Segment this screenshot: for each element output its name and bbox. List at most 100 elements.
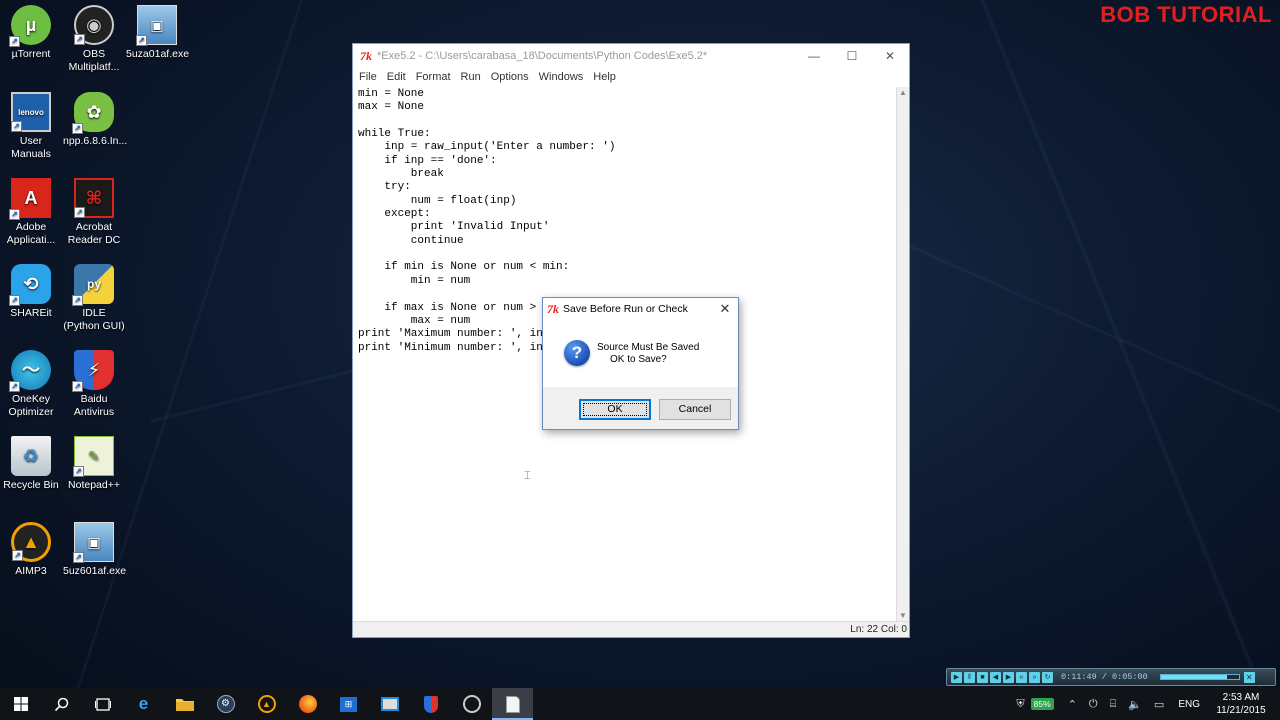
next-icon[interactable]: ▶ bbox=[1003, 671, 1014, 683]
desktop-icon-npp-installer[interactable]: ✿ ↗ npp.6.8.6.In... bbox=[63, 92, 127, 148]
save-before-run-dialog: 7k Save Before Run or Check ✕ ? Source M… bbox=[542, 297, 739, 430]
desktop-icon-obs[interactable]: ◉ ↗ OBS Multiplatf... bbox=[63, 5, 125, 74]
volume-icon[interactable]: 🔈 bbox=[1128, 698, 1142, 711]
desktop-icon-installer-2[interactable]: ▣ ↗ 5uz601af.exe bbox=[63, 522, 126, 578]
cancel-button[interactable]: Cancel bbox=[659, 399, 731, 420]
clock-time: 2:53 AM bbox=[1222, 692, 1260, 703]
code-line: if inp == 'done': bbox=[358, 154, 497, 167]
close-button[interactable]: ✕ bbox=[871, 44, 909, 68]
shield-icon: ⚡ ↗ bbox=[72, 350, 114, 392]
code-line: try: bbox=[358, 181, 411, 194]
taskbar-aimp[interactable]: ▲ bbox=[246, 688, 287, 720]
desktop-icon-shareit[interactable]: ⟲ ↗ SHAREit bbox=[0, 264, 62, 320]
rewind-icon[interactable]: « bbox=[1016, 671, 1027, 683]
taskbar-file-explorer[interactable] bbox=[164, 688, 205, 720]
taskbar-idle[interactable] bbox=[492, 688, 533, 720]
fast-forward-icon[interactable]: » bbox=[1029, 671, 1040, 683]
pause-icon[interactable]: ‖ bbox=[964, 671, 975, 683]
folder-icon bbox=[175, 699, 194, 711]
desktop-icon-aimp[interactable]: ▲ ↗ AIMP3 bbox=[0, 522, 62, 578]
input-language[interactable]: ENG bbox=[1178, 699, 1200, 710]
menu-file[interactable]: File bbox=[359, 71, 377, 83]
desktop-icon-recycle-bin[interactable]: ♻ Recycle Bin bbox=[0, 436, 62, 492]
taskbar-store[interactable]: ⊞ bbox=[328, 688, 369, 720]
taskbar-baidu-antivirus[interactable] bbox=[410, 688, 451, 720]
desktop-icon-idle[interactable]: py ↗ IDLE (Python GUI) bbox=[63, 264, 125, 333]
notification-icon[interactable]: ▭ bbox=[1154, 698, 1164, 711]
menu-run[interactable]: Run bbox=[461, 71, 481, 83]
menu-help[interactable]: Help bbox=[593, 71, 616, 83]
media-progress[interactable] bbox=[1159, 674, 1240, 680]
code-line: while True: bbox=[358, 128, 431, 141]
power-icon[interactable]: ⏻ bbox=[1089, 698, 1098, 711]
dialog-close-button[interactable]: ✕ bbox=[712, 301, 738, 317]
desktop-icon-label: Recycle Bin bbox=[3, 479, 59, 491]
status-bar: Ln: 22 Col: 0 bbox=[353, 621, 909, 637]
shield-icon bbox=[423, 695, 438, 713]
window-title: *Exe5.2 - C:\Users\carabasa_18\Documents… bbox=[377, 50, 708, 62]
text-cursor-icon: ⌶ bbox=[524, 470, 531, 482]
notepadpp-icon: ✎ ↗ bbox=[73, 436, 114, 477]
menu-windows[interactable]: Windows bbox=[539, 71, 584, 83]
taskbar-obs[interactable] bbox=[451, 688, 492, 720]
stop-icon[interactable]: ■ bbox=[977, 671, 988, 683]
dialog-message-line2: OK to Save? bbox=[610, 354, 667, 365]
task-view-icon bbox=[94, 697, 111, 711]
window-titlebar[interactable]: 7k *Exe5.2 - C:\Users\carabasa_18\Docume… bbox=[353, 44, 909, 68]
taskbar: e ⚙ ▲ ⊞ ⛨ 85% ⌃ ⏻ ⌸ 🔈 ▭ ENG 2:53 AM 11/2… bbox=[0, 688, 1280, 720]
vertical-scrollbar[interactable]: ▲ ▼ bbox=[896, 87, 909, 622]
aimp-icon: ▲ bbox=[257, 695, 276, 713]
scroll-up-icon[interactable]: ▲ bbox=[897, 87, 909, 99]
repeat-icon[interactable]: ↻ bbox=[1042, 671, 1053, 683]
desktop-icon-utorrent[interactable]: µ ↗ µTorrent bbox=[0, 5, 62, 61]
desktop-icon-label: User Manuals bbox=[11, 135, 51, 160]
previous-icon[interactable]: ◀ bbox=[990, 671, 1001, 683]
start-button[interactable] bbox=[0, 688, 41, 720]
search-button[interactable] bbox=[41, 688, 82, 720]
desktop-icon-baidu[interactable]: ⚡ ↗ Baidu Antivirus bbox=[63, 350, 125, 419]
maximize-button[interactable]: ☐ bbox=[833, 44, 871, 68]
menu-format[interactable]: Format bbox=[416, 71, 451, 83]
clock[interactable]: 2:53 AM 11/21/2015 bbox=[1208, 691, 1274, 717]
desktop-icon-onekey[interactable]: 〜 ↗ OneKey Optimizer bbox=[0, 350, 62, 419]
code-line: print 'Invalid Input' bbox=[358, 221, 550, 234]
menu-options[interactable]: Options bbox=[491, 71, 529, 83]
question-icon: ? bbox=[564, 340, 590, 366]
network-icon[interactable]: ⌸ bbox=[1110, 698, 1117, 711]
obs-icon: ◉ ↗ bbox=[74, 5, 114, 45]
taskbar-app[interactable] bbox=[369, 688, 410, 720]
menu-edit[interactable]: Edit bbox=[387, 71, 406, 83]
maximize-icon: ☐ bbox=[846, 49, 858, 63]
firefox-icon bbox=[298, 695, 317, 713]
play-icon[interactable]: ▶ bbox=[951, 671, 962, 683]
desktop-icon-acrobat[interactable]: ⌘ ↗ Acrobat Reader DC bbox=[63, 178, 125, 247]
edge-icon: e bbox=[138, 694, 149, 713]
desktop-icon-label: OneKey Optimizer bbox=[8, 393, 54, 418]
utorrent-icon: µ ↗ bbox=[9, 5, 51, 47]
desktop-icon-installer-1[interactable]: ▣ ↗ 5uza01af.exe bbox=[126, 5, 189, 61]
chevron-up-icon[interactable]: ⌃ bbox=[1068, 698, 1077, 711]
taskbar-steam[interactable]: ⚙ bbox=[205, 688, 246, 720]
python-icon: py ↗ bbox=[72, 264, 114, 306]
adobe-icon: A ↗ bbox=[9, 178, 51, 220]
battery-indicator[interactable]: 85% bbox=[1030, 698, 1054, 710]
dialog-titlebar[interactable]: 7k Save Before Run or Check ✕ bbox=[543, 298, 738, 320]
desktop-icon-adobe[interactable]: A ↗ Adobe Applicati... bbox=[0, 178, 62, 247]
steam-icon: ⚙ bbox=[216, 695, 235, 713]
window-app-icon bbox=[380, 697, 399, 711]
task-view-button[interactable] bbox=[82, 688, 123, 720]
menu-bar: File Edit Format Run Options Windows Hel… bbox=[353, 68, 909, 86]
shield-tray-icon[interactable]: ⛨ bbox=[1016, 698, 1024, 711]
minimize-button[interactable]: — bbox=[795, 44, 833, 68]
media-close-icon[interactable]: ✕ bbox=[1243, 671, 1255, 683]
desktop-icon-notepadpp[interactable]: ✎ ↗ Notepad++ bbox=[63, 436, 125, 492]
aimp-icon: ▲ ↗ bbox=[11, 522, 51, 562]
ok-button[interactable]: OK bbox=[579, 399, 651, 420]
cursor-position: Ln: 22 Col: 0 bbox=[850, 624, 907, 635]
taskbar-edge[interactable]: e bbox=[123, 688, 164, 720]
desktop-icon-user-manuals[interactable]: lenovo ↗ User Manuals bbox=[0, 92, 62, 161]
window-controls: — ☐ ✕ bbox=[795, 44, 909, 68]
taskbar-firefox[interactable] bbox=[287, 688, 328, 720]
